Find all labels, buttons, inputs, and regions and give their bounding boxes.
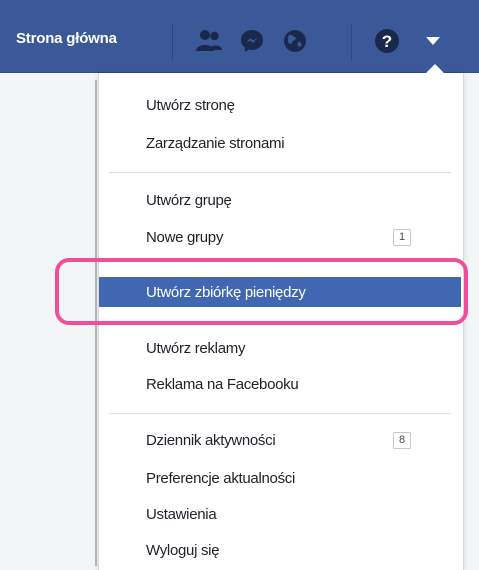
top-navigation-bar: Strona główna ? — [0, 0, 479, 73]
page-background-divider — [95, 80, 97, 566]
nav-separator — [172, 24, 173, 60]
menu-item-create-group[interactable]: Utwórz grupę — [99, 185, 461, 215]
home-link[interactable]: Strona główna — [16, 30, 117, 47]
messenger-icon[interactable] — [237, 26, 267, 56]
menu-item-label: Nowe grupy — [146, 228, 224, 246]
menu-item-label: Utwórz reklamy — [146, 339, 246, 357]
help-icon[interactable]: ? — [372, 26, 402, 56]
count-badge: 1 — [393, 229, 411, 246]
menu-item-new-groups[interactable]: Nowe grupy 1 — [99, 222, 461, 252]
account-menu-chevron-icon[interactable] — [418, 26, 448, 56]
friends-icon[interactable] — [194, 26, 224, 56]
menu-item-advertise-on-facebook[interactable]: Reklama na Facebooku — [99, 369, 461, 399]
page-background-right — [463, 73, 479, 570]
menu-item-label: Ustawienia — [146, 505, 217, 523]
menu-item-create-ads[interactable]: Utwórz reklamy — [99, 333, 461, 363]
menu-item-log-out[interactable]: Wyloguj się — [99, 535, 461, 565]
menu-divider — [109, 172, 451, 173]
menu-item-label: Utwórz grupę — [146, 191, 232, 209]
menu-item-label: Preferencje aktualności — [146, 469, 296, 487]
menu-divider — [109, 413, 451, 414]
menu-item-settings[interactable]: Ustawienia — [99, 499, 461, 529]
menu-item-label: Dziennik aktywności — [146, 431, 276, 449]
menu-item-activity-log[interactable]: Dziennik aktywności 8 — [99, 425, 461, 455]
nav-separator — [351, 24, 352, 60]
menu-item-label: Reklama na Facebooku — [146, 375, 299, 393]
notifications-globe-icon[interactable] — [280, 26, 310, 56]
menu-item-label: Utwórz zbiórkę pieniędzy — [146, 283, 306, 301]
dropdown-caret — [425, 64, 445, 74]
menu-item-label: Wyloguj się — [146, 541, 220, 559]
svg-text:?: ? — [382, 32, 392, 51]
menu-item-create-fundraiser[interactable]: Utwórz zbiórkę pieniędzy — [99, 277, 461, 307]
menu-item-label: Zarządzanie stronami — [146, 134, 285, 152]
menu-item-create-page[interactable]: Utwórz stronę — [99, 90, 461, 120]
menu-item-label: Utwórz stronę — [146, 96, 235, 114]
menu-item-manage-pages[interactable]: Zarządzanie stronami — [99, 128, 461, 158]
count-badge: 8 — [393, 432, 411, 449]
menu-item-news-feed-preferences[interactable]: Preferencje aktualności — [99, 463, 461, 493]
page-background-left — [0, 73, 98, 570]
